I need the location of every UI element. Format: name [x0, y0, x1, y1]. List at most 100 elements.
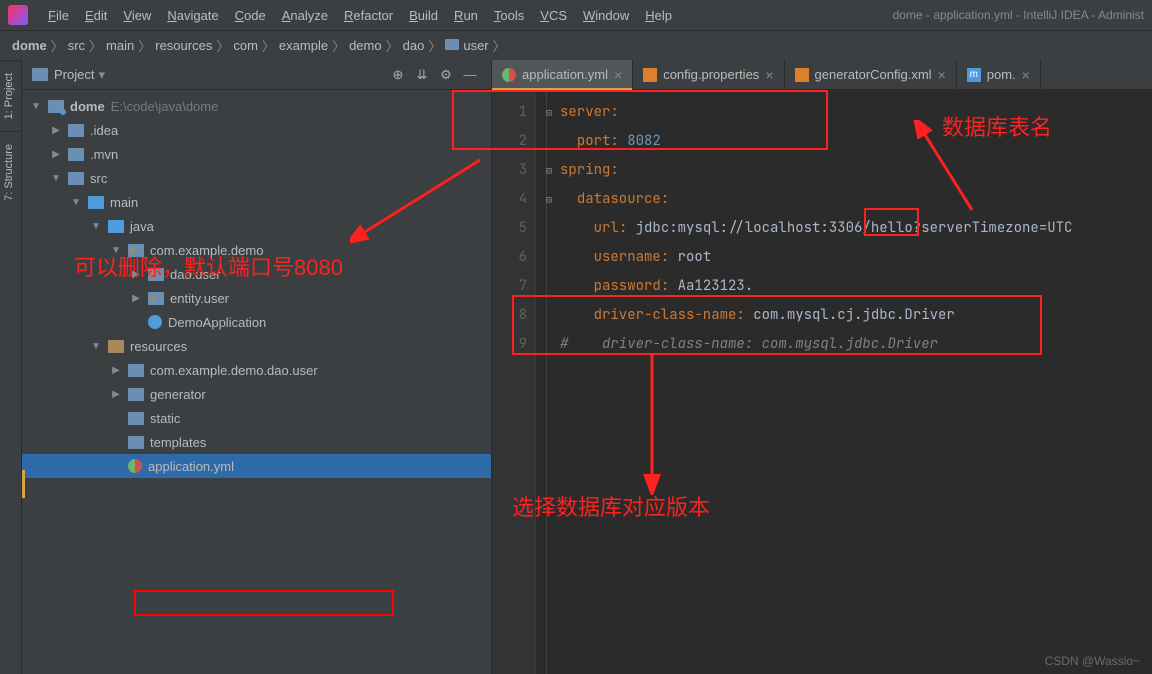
tab-application.yml[interactable]: application.yml× [492, 60, 633, 89]
close-icon[interactable]: × [614, 67, 622, 83]
pkg-icon [128, 244, 144, 257]
tree-item[interactable]: ▼com.example.demo [22, 238, 491, 262]
close-icon[interactable]: × [765, 67, 773, 83]
tree-item[interactable]: ▶.mvn [22, 142, 491, 166]
tree-item[interactable]: ▼src [22, 166, 491, 190]
line-number: 8 [492, 301, 527, 330]
crumb-src[interactable]: src [68, 38, 85, 53]
tree-toggle-icon[interactable]: ▼ [90, 221, 102, 232]
chevron-down-icon[interactable]: ▾ [98, 67, 105, 83]
tree-toggle-icon[interactable]: ▶ [50, 149, 62, 160]
tree-item[interactable]: ▼resources [22, 334, 491, 358]
tool-structure[interactable]: 7: Structure [0, 131, 21, 213]
tab-config.properties[interactable]: config.properties × [633, 60, 784, 89]
tree-toggle-icon[interactable]: ▶ [130, 269, 142, 280]
tab-label: config.properties [663, 67, 759, 82]
crumb-demo[interactable]: demo [349, 38, 382, 53]
crumb-dao[interactable]: dao [403, 38, 425, 53]
tree-toggle-icon[interactable]: ▼ [30, 101, 42, 112]
tree-item[interactable]: templates [22, 430, 491, 454]
tree-toggle-icon[interactable]: ▶ [110, 389, 122, 400]
tree-toggle-icon[interactable]: ▼ [70, 197, 82, 208]
menu-run[interactable]: Run [446, 4, 486, 27]
tree-item[interactable]: ▶ com.example.demo.dao.user [22, 358, 491, 382]
tree-label: templates [150, 435, 206, 450]
crumb-main[interactable]: main [106, 38, 134, 53]
crumb-user[interactable]: user [445, 38, 488, 53]
tree-label: dome [70, 99, 105, 114]
chevron-right-icon: 〉 [489, 36, 510, 55]
tree-toggle-icon[interactable]: ▼ [50, 173, 62, 184]
menu-vcs[interactable]: VCS [532, 4, 575, 27]
tree-label: .idea [90, 123, 118, 138]
code-line[interactable]: ⊟server: [546, 98, 1152, 127]
editor-body[interactable]: 123456789 ⊟server: port: 8082⊟spring:⊟ d… [492, 90, 1152, 674]
tree-root[interactable]: ▼ dome E:\code\java\dome [22, 94, 491, 118]
tree-toggle-icon[interactable]: ▶ [50, 125, 62, 136]
code-line[interactable]: ⊟ datasource: [546, 185, 1152, 214]
tree-label: com.example.demo.dao.user [150, 363, 318, 378]
line-number: 4 [492, 185, 527, 214]
locate-icon[interactable]: ⊕ [387, 64, 409, 86]
tree-toggle-icon[interactable]: ▼ [90, 341, 102, 352]
crumb-dome[interactable]: dome [12, 38, 47, 53]
code-line[interactable]: ⊟spring: [546, 156, 1152, 185]
line-number: 7 [492, 272, 527, 301]
crumb-resources[interactable]: resources [155, 38, 212, 53]
menu-analyze[interactable]: Analyze [274, 4, 336, 27]
code-line[interactable]: url: jdbc:mysql://localhost:3306/hello?s… [546, 214, 1152, 243]
menu-refactor[interactable]: Refactor [336, 4, 401, 27]
crumb-example[interactable]: example [279, 38, 328, 53]
project-tree[interactable]: ▼ dome E:\code\java\dome ▶ .idea ▶.mvn▼src… [22, 90, 491, 674]
tree-label: main [110, 195, 138, 210]
code-line[interactable]: port: 8082 [546, 127, 1152, 156]
tree-toggle-icon[interactable]: ▼ [110, 245, 122, 256]
menu-help[interactable]: Help [637, 4, 680, 27]
window-title: dome - application.yml - IntelliJ IDEA -… [893, 8, 1144, 22]
hide-icon[interactable]: — [459, 64, 481, 86]
menu-window[interactable]: Window [575, 4, 637, 27]
tree-item[interactable]: application.yml [22, 454, 491, 478]
line-number: 1 [492, 98, 527, 127]
chevron-right-icon: 〉 [85, 36, 106, 55]
res-icon [108, 340, 124, 353]
tab-pom.[interactable]: mpom.× [957, 60, 1041, 89]
tree-item[interactable]: ▼java [22, 214, 491, 238]
close-icon[interactable]: × [938, 67, 946, 83]
tree-item[interactable]: DemoApplication [22, 310, 491, 334]
menu-build[interactable]: Build [401, 4, 446, 27]
tree-item[interactable]: static [22, 406, 491, 430]
tree-item[interactable]: ▼ main [22, 190, 491, 214]
tree-label: dao.user [170, 267, 221, 282]
pkg-icon [148, 292, 164, 305]
gear-icon[interactable]: ⚙ [435, 64, 457, 86]
tool-project[interactable]: 1: Project [0, 60, 21, 131]
tree-toggle-icon[interactable]: ▶ [130, 293, 142, 304]
menu-view[interactable]: View [115, 4, 159, 27]
tree-item[interactable]: ▶entity.user [22, 286, 491, 310]
close-icon[interactable]: × [1022, 67, 1030, 83]
menu-code[interactable]: Code [227, 4, 274, 27]
menu-tools[interactable]: Tools [486, 4, 532, 27]
menu-edit[interactable]: Edit [77, 4, 115, 27]
breadcrumb: dome〉src〉main〉resources〉com〉example〉demo… [0, 30, 1152, 60]
tree-toggle-icon[interactable]: ▶ [110, 365, 122, 376]
code-line[interactable]: password: Aa123123. [546, 272, 1152, 301]
tab-generatorConfig.xml[interactable]: generatorConfig.xml× [785, 60, 957, 89]
editor-area: application.yml×config.properties×genera… [492, 60, 1152, 674]
code-line[interactable]: driver-class-name: com.mysql.cj.jdbc.Dri… [546, 301, 1152, 330]
code-area[interactable]: ⊟server: port: 8082⊟spring:⊟ datasource:… [536, 90, 1152, 674]
crumb-com[interactable]: com [233, 38, 258, 53]
tree-label: DemoApplication [168, 315, 266, 330]
menu-navigate[interactable]: Navigate [159, 4, 226, 27]
tree-item[interactable]: ▶ .idea [22, 118, 491, 142]
line-number: 6 [492, 243, 527, 272]
menu-file[interactable]: File [40, 4, 77, 27]
folder-icon [68, 124, 84, 137]
code-line[interactable]: # driver-class-name: com.mysql.jdbc.Driv… [546, 330, 1152, 359]
tree-label: application.yml [148, 459, 234, 474]
tree-item[interactable]: ▶ dao.user [22, 262, 491, 286]
collapse-icon[interactable]: ⇊ [411, 64, 433, 86]
tree-item[interactable]: ▶generator [22, 382, 491, 406]
code-line[interactable]: username: root [546, 243, 1152, 272]
